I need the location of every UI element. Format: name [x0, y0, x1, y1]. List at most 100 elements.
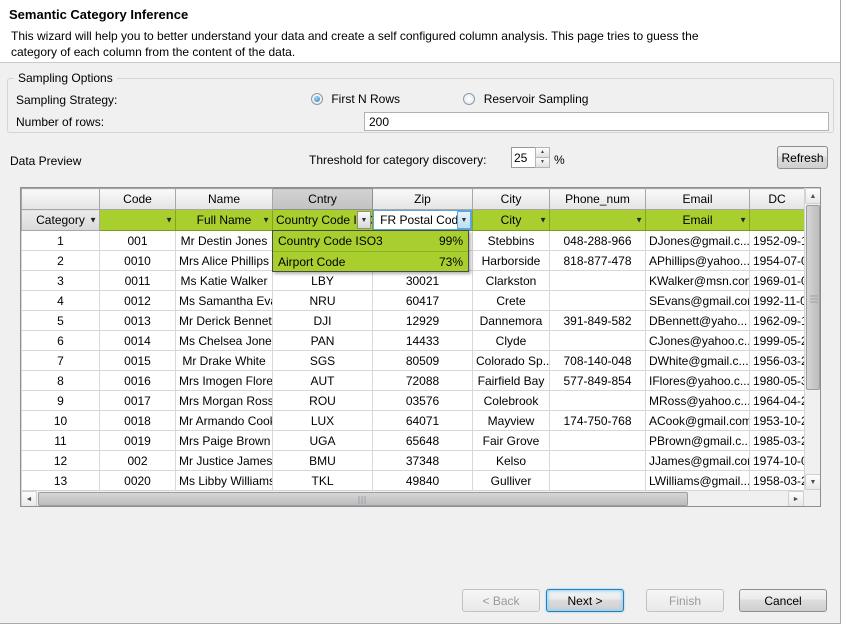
cell-phone[interactable] [550, 391, 646, 411]
row-number-cell[interactable]: 9 [22, 391, 100, 411]
cell-dob[interactable]: 1969-01-01 [750, 271, 805, 291]
scroll-down-icon[interactable]: ▼ [805, 474, 821, 490]
category-select-city[interactable]: City ▼ [473, 210, 550, 231]
dropdown-option-airport-code[interactable]: Airport Code 73% [273, 251, 468, 271]
threshold-input[interactable] [511, 147, 535, 168]
cell-zip[interactable]: 12929 [373, 311, 473, 331]
cell-city[interactable]: Colebrook [473, 391, 550, 411]
cell-city[interactable]: Clarkston [473, 271, 550, 291]
cell-dob[interactable]: 1953-10-20 [750, 411, 805, 431]
cell-zip[interactable]: 80509 [373, 351, 473, 371]
spinner-up-button[interactable]: ▲ [535, 147, 550, 158]
cell-email[interactable]: JJames@gmail.com [646, 451, 750, 471]
cell-code[interactable]: 0013 [100, 311, 176, 331]
cell-zip[interactable]: 14433 [373, 331, 473, 351]
spinner-down-button[interactable]: ▼ [535, 158, 550, 168]
cell-dob[interactable]: 1980-05-31 [750, 371, 805, 391]
cell-city[interactable]: Kelso [473, 451, 550, 471]
cell-phone[interactable] [550, 331, 646, 351]
cell-name[interactable]: Mrs Alice Phillips [176, 251, 273, 271]
cell-cntry[interactable]: ROU [273, 391, 373, 411]
category-select-dob[interactable] [750, 210, 805, 231]
column-header-cntry[interactable]: Cntry [273, 189, 373, 210]
column-header-email[interactable]: Email [646, 189, 750, 210]
cell-email[interactable]: MRoss@yahoo.c... [646, 391, 750, 411]
category-select-zip[interactable]: FR Postal Code ▼ [373, 210, 473, 231]
cell-email[interactable]: LWilliams@gmail... [646, 471, 750, 491]
category-select-name[interactable]: Full Name ▼ [176, 210, 273, 231]
combo-dropdown-icon[interactable]: ▼ [357, 211, 371, 229]
refresh-button[interactable]: Refresh [777, 146, 828, 169]
cell-phone[interactable]: 174-750-768 [550, 411, 646, 431]
cell-city[interactable]: Colorado Sp... [473, 351, 550, 371]
scroll-up-icon[interactable]: ▲ [805, 188, 821, 204]
radio-reservoir-sampling[interactable]: Reservoir Sampling [463, 92, 588, 106]
cell-zip[interactable]: 65648 [373, 431, 473, 451]
cell-city[interactable]: Harborside [473, 251, 550, 271]
cell-name[interactable]: Mr Armando Cook [176, 411, 273, 431]
cell-city[interactable]: Mayview [473, 411, 550, 431]
cell-cntry[interactable]: TKL [273, 471, 373, 491]
cell-zip[interactable]: 49840 [373, 471, 473, 491]
cell-cntry[interactable]: PAN [273, 331, 373, 351]
cell-zip[interactable]: 03576 [373, 391, 473, 411]
cell-phone[interactable]: 577-849-854 [550, 371, 646, 391]
cell-dob[interactable]: 1958-03-21 [750, 471, 805, 491]
row-number-cell[interactable]: 3 [22, 271, 100, 291]
row-number-cell[interactable]: 4 [22, 291, 100, 311]
cell-dob[interactable]: 1992-11-05 [750, 291, 805, 311]
category-select-phone[interactable]: ▼ [550, 210, 646, 231]
horizontal-scrollbar[interactable]: ◄ ► [21, 490, 804, 506]
cell-dob[interactable]: 1954-07-02 [750, 251, 805, 271]
cell-email[interactable]: IFlores@yahoo.c... [646, 371, 750, 391]
cell-name[interactable]: Mrs Morgan Ross [176, 391, 273, 411]
radio-first-n-rows[interactable]: First N Rows [311, 92, 400, 106]
horizontal-scroll-thumb[interactable] [38, 492, 688, 506]
row-number-cell[interactable]: 6 [22, 331, 100, 351]
cell-email[interactable]: APhillips@yahoo... [646, 251, 750, 271]
row-number-cell[interactable]: 5 [22, 311, 100, 331]
cell-city[interactable]: Fair Grove [473, 431, 550, 451]
cell-dob[interactable]: 1985-03-25 [750, 431, 805, 451]
category-row-label-cell[interactable]: Category ▼ [22, 210, 100, 231]
cell-phone[interactable]: 708-140-048 [550, 351, 646, 371]
row-number-cell[interactable]: 12 [22, 451, 100, 471]
column-header-name[interactable]: Name [176, 189, 273, 210]
cell-name[interactable]: Mr Justice James [176, 451, 273, 471]
cell-name[interactable]: Ms Katie Walker [176, 271, 273, 291]
row-number-cell[interactable]: 1 [22, 231, 100, 251]
cell-zip[interactable]: 37348 [373, 451, 473, 471]
cell-city[interactable]: Gulliver [473, 471, 550, 491]
scroll-right-icon[interactable]: ► [788, 491, 804, 507]
cell-code[interactable]: 0018 [100, 411, 176, 431]
cell-code[interactable]: 0014 [100, 331, 176, 351]
cell-phone[interactable]: 048-288-966 [550, 231, 646, 251]
category-select-code[interactable]: ▼ [100, 210, 176, 231]
cell-cntry[interactable]: SGS [273, 351, 373, 371]
column-header-city[interactable]: City [473, 189, 550, 210]
vertical-scroll-thumb[interactable] [806, 205, 820, 390]
cell-code[interactable]: 002 [100, 451, 176, 471]
row-number-cell[interactable]: 7 [22, 351, 100, 371]
cell-phone[interactable] [550, 471, 646, 491]
cell-city[interactable]: Crete [473, 291, 550, 311]
number-of-rows-input[interactable] [364, 112, 829, 131]
dropdown-option-country-code-iso3[interactable]: Country Code ISO3 99% [273, 231, 468, 251]
category-select-cntry[interactable]: Country Code ISO3 ▼ [273, 210, 373, 231]
row-number-cell[interactable]: 8 [22, 371, 100, 391]
cell-dob[interactable]: 1956-03-25 [750, 351, 805, 371]
scroll-left-icon[interactable]: ◄ [21, 491, 37, 507]
next-button[interactable]: Next > [546, 589, 624, 612]
cell-dob[interactable]: 1999-05-28 [750, 331, 805, 351]
cell-zip[interactable]: 72088 [373, 371, 473, 391]
cell-email[interactable]: KWalker@msn.com [646, 271, 750, 291]
cell-phone[interactable] [550, 271, 646, 291]
column-header-code[interactable]: Code [100, 189, 176, 210]
cell-email[interactable]: CJones@yahoo.c... [646, 331, 750, 351]
cell-dob[interactable]: 1962-09-17 [750, 311, 805, 331]
cell-email[interactable]: DWhite@gmail.c... [646, 351, 750, 371]
cell-cntry[interactable]: DJI [273, 311, 373, 331]
cell-code[interactable]: 001 [100, 231, 176, 251]
cell-zip[interactable]: 64071 [373, 411, 473, 431]
category-select-email[interactable]: Email ▼ [646, 210, 750, 231]
